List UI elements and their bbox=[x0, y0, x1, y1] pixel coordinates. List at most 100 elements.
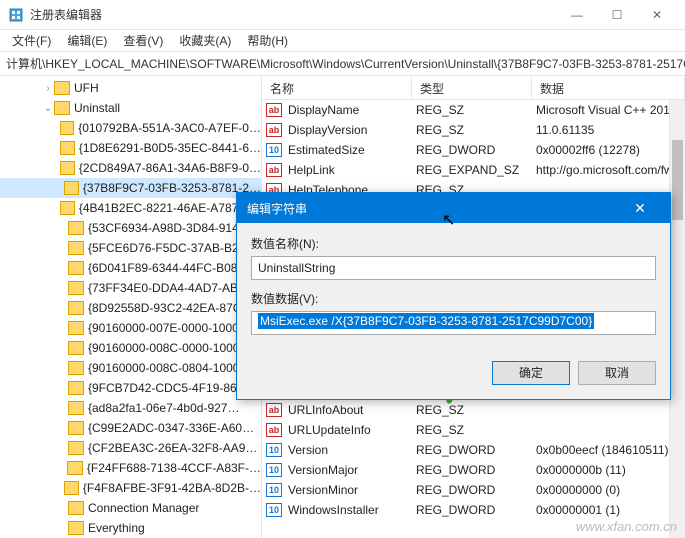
tree-label: {90160000-008C-0000-1000… bbox=[88, 341, 251, 355]
value-data: 0x0b00eecf (184610511) bbox=[536, 443, 685, 457]
tree-node-item[interactable]: {37B8F9C7-03FB-3253-8781-2… bbox=[0, 178, 261, 198]
value-type: REG_DWORD bbox=[416, 143, 536, 157]
folder-icon bbox=[60, 121, 74, 135]
tree-node-item[interactable]: {90160000-008C-0000-1000… bbox=[0, 338, 261, 358]
tree-node-item[interactable]: {C99E2ADC-0347-336E-A60… bbox=[0, 418, 261, 438]
tree-node-ufh[interactable]: ›UFH bbox=[0, 78, 261, 98]
tree-label: {F4F8AFBE-3F91-42BA-8D2B-… bbox=[83, 481, 261, 495]
tree-label: {C99E2ADC-0347-336E-A60… bbox=[88, 421, 254, 435]
tree-node-item[interactable]: {F24FF688-7138-4CCF-A83F-… bbox=[0, 458, 261, 478]
dialog-close-button[interactable]: ✕ bbox=[620, 200, 660, 217]
list-row[interactable]: 10VersionMinorREG_DWORD0x00000000 (0) bbox=[262, 480, 685, 500]
tree-node-item[interactable]: {53CF6934-A98D-3D84-9146… bbox=[0, 218, 261, 238]
tree-node-item[interactable]: {9FCB7D42-CDC5-4F19-867… bbox=[0, 378, 261, 398]
value-type: REG_DWORD bbox=[416, 483, 536, 497]
menu-help[interactable]: 帮助(H) bbox=[239, 30, 296, 51]
list-row[interactable]: abDisplayVersionREG_SZ11.0.61135 bbox=[262, 120, 685, 140]
folder-icon bbox=[64, 481, 79, 495]
value-data: http://go.microsoft.com/fwlin… bbox=[536, 163, 685, 177]
tree-node-item[interactable]: Connection Manager bbox=[0, 498, 261, 518]
menu-edit[interactable]: 编辑(E) bbox=[59, 30, 115, 51]
registry-tree[interactable]: ›UFH⌄Uninstall{010792BA-551A-3AC0-A7EF-0… bbox=[0, 76, 262, 538]
list-row[interactable]: 10WindowsInstallerREG_DWORD0x00000001 (1… bbox=[262, 500, 685, 520]
value-name: DisplayName bbox=[288, 103, 416, 117]
app-icon bbox=[8, 7, 24, 23]
value-data: Microsoft Visual C++ 2012 x… bbox=[536, 103, 685, 117]
tree-node-item[interactable]: {F4F8AFBE-3F91-42BA-8D2B-… bbox=[0, 478, 261, 498]
col-header-name[interactable]: 名称 bbox=[262, 76, 412, 99]
list-row[interactable]: 10VersionREG_DWORD0x0b00eecf (184610511) bbox=[262, 440, 685, 460]
value-name: VersionMajor bbox=[288, 463, 416, 477]
value-data: 0x0000000b (11) bbox=[536, 463, 685, 477]
value-type-icon: ab bbox=[266, 403, 282, 417]
folder-icon bbox=[68, 261, 84, 275]
tree-node-item[interactable]: {90160000-008C-0804-1000… bbox=[0, 358, 261, 378]
maximize-button[interactable]: ☐ bbox=[597, 1, 637, 29]
value-data-input[interactable]: MsiExec.exe /X{37B8F9C7-03FB-3253-8781-2… bbox=[251, 311, 656, 335]
tree-node-item[interactable]: {4B41B2EC-8221-46AE-A787-4… bbox=[0, 198, 261, 218]
col-header-data[interactable]: 数据 bbox=[532, 76, 685, 99]
folder-icon bbox=[60, 201, 74, 215]
value-type: REG_DWORD bbox=[416, 463, 536, 477]
tree-node-item[interactable]: Everything bbox=[0, 518, 261, 538]
folder-icon bbox=[54, 101, 70, 115]
value-name-label: 数值名称(N): bbox=[251, 235, 656, 252]
folder-icon bbox=[68, 301, 84, 315]
tree-node-item[interactable]: {2CD849A7-86A1-34A6-B8F9-0… bbox=[0, 158, 261, 178]
ok-button[interactable]: 确定 bbox=[492, 361, 570, 385]
tree-node-item[interactable]: {73FF34E0-DDA4-4AD7-ABF… bbox=[0, 278, 261, 298]
value-type: REG_SZ bbox=[416, 123, 536, 137]
dialog-titlebar[interactable]: 编辑字符串 ✕ bbox=[237, 193, 670, 223]
value-type: REG_SZ bbox=[416, 403, 536, 417]
value-type: REG_EXPAND_SZ bbox=[416, 163, 536, 177]
tree-node-item[interactable]: {5FCE6D76-F5DC-37AB-B2B… bbox=[0, 238, 261, 258]
folder-icon bbox=[68, 281, 84, 295]
scrollbar-thumb[interactable] bbox=[672, 140, 683, 220]
list-row[interactable]: abDisplayNameREG_SZMicrosoft Visual C++ … bbox=[262, 100, 685, 120]
list-row[interactable]: abURLUpdateInfoREG_SZ bbox=[262, 420, 685, 440]
tree-node-item[interactable]: {90160000-007E-0000-1000… bbox=[0, 318, 261, 338]
menubar: 文件(F) 编辑(E) 查看(V) 收藏夹(A) 帮助(H) bbox=[0, 30, 685, 52]
tree-label: {8D92558D-93C2-42EA-87C… bbox=[88, 301, 253, 315]
tree-node-item[interactable]: {CF2BEA3C-26EA-32F8-AA9… bbox=[0, 438, 261, 458]
tree-label: {90160000-008C-0804-1000… bbox=[88, 361, 251, 375]
address-bar[interactable]: 计算机\HKEY_LOCAL_MACHINE\SOFTWARE\Microsof… bbox=[0, 52, 685, 76]
value-type: REG_SZ bbox=[416, 103, 536, 117]
scrollbar-vertical[interactable] bbox=[669, 100, 685, 538]
tree-node-item[interactable]: {1D8E6291-B0D5-35EC-8441-6… bbox=[0, 138, 261, 158]
value-type: REG_SZ bbox=[416, 423, 536, 437]
list-row[interactable]: abURLInfoAboutREG_SZ bbox=[262, 400, 685, 420]
cancel-button[interactable]: 取消 bbox=[578, 361, 656, 385]
menu-favorites[interactable]: 收藏夹(A) bbox=[171, 30, 239, 51]
tree-node-item[interactable]: {ad8a2fa1-06e7-4b0d-927… bbox=[0, 398, 261, 418]
tree-node-item[interactable]: {6D041F89-6344-44FC-B086… bbox=[0, 258, 261, 278]
watermark: www.xfan.com.cn bbox=[576, 519, 677, 534]
col-header-type[interactable]: 类型 bbox=[412, 76, 532, 99]
tree-label: {9FCB7D42-CDC5-4F19-867… bbox=[88, 381, 255, 395]
tree-node-item[interactable]: {010792BA-551A-3AC0-A7EF-0… bbox=[0, 118, 261, 138]
minimize-button[interactable]: — bbox=[557, 1, 597, 29]
value-name-input[interactable] bbox=[251, 256, 656, 280]
value-data: 0x00000001 (1) bbox=[536, 503, 685, 517]
tree-node-uninstall[interactable]: ⌄Uninstall bbox=[0, 98, 261, 118]
list-row[interactable]: 10VersionMajorREG_DWORD0x0000000b (11) bbox=[262, 460, 685, 480]
list-row[interactable]: 10EstimatedSizeREG_DWORD0x00002ff6 (1227… bbox=[262, 140, 685, 160]
menu-view[interactable]: 查看(V) bbox=[115, 30, 171, 51]
list-row[interactable]: abHelpLinkREG_EXPAND_SZhttp://go.microso… bbox=[262, 160, 685, 180]
value-name: Version bbox=[288, 443, 416, 457]
value-type-icon: ab bbox=[266, 123, 282, 137]
folder-icon bbox=[68, 241, 84, 255]
folder-icon bbox=[68, 521, 84, 535]
tree-toggle-icon[interactable]: ⌄ bbox=[42, 103, 54, 114]
close-button[interactable]: ✕ bbox=[637, 1, 677, 29]
tree-label: {CF2BEA3C-26EA-32F8-AA9… bbox=[88, 441, 257, 455]
tree-toggle-icon[interactable]: › bbox=[42, 83, 54, 94]
menu-file[interactable]: 文件(F) bbox=[4, 30, 59, 51]
folder-icon bbox=[68, 341, 84, 355]
value-name: EstimatedSize bbox=[288, 143, 416, 157]
value-type-icon: ab bbox=[266, 163, 282, 177]
window-titlebar: 注册表编辑器 — ☐ ✕ bbox=[0, 0, 685, 30]
value-data-label: 数值数据(V): bbox=[251, 290, 656, 307]
tree-node-item[interactable]: {8D92558D-93C2-42EA-87C… bbox=[0, 298, 261, 318]
value-data: 0x00000000 (0) bbox=[536, 483, 685, 497]
